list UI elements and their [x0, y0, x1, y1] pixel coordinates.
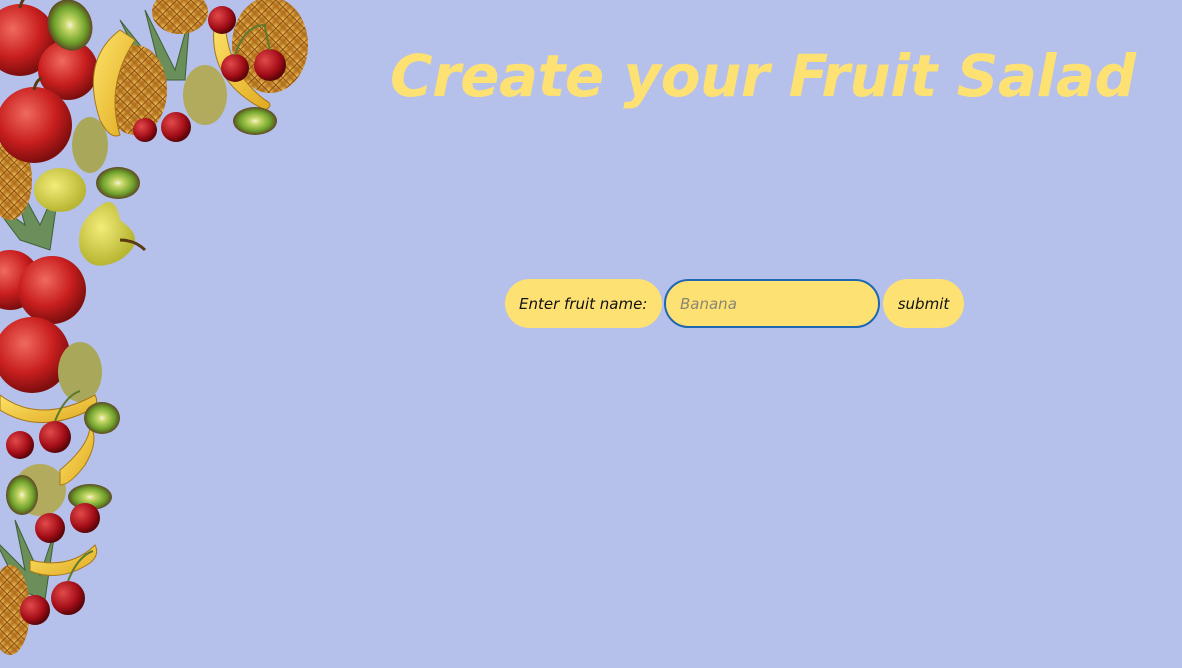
page-title: Create your Fruit Salad: [390, 42, 1136, 110]
fruit-form: Enter fruit name: submit: [505, 279, 964, 328]
fruit-name-input[interactable]: [664, 279, 880, 328]
fruit-border-decoration: [0, 0, 308, 655]
fruit-name-label: Enter fruit name:: [505, 279, 662, 328]
submit-button[interactable]: submit: [883, 279, 964, 328]
